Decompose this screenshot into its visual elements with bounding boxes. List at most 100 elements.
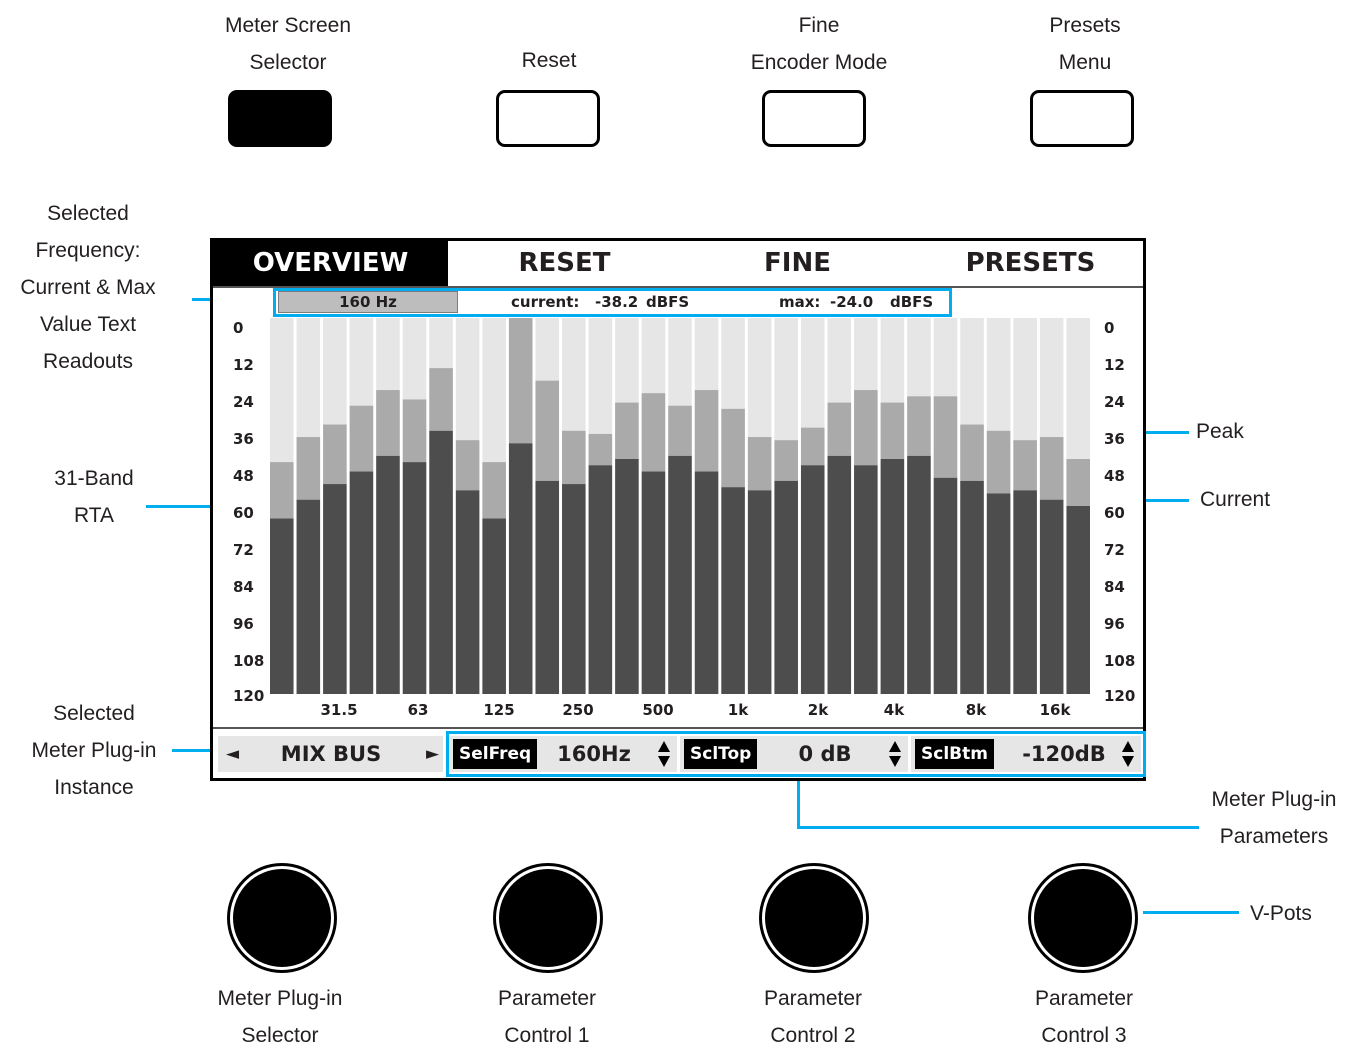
scale-tick: 48 — [1104, 467, 1125, 485]
vpot-parameter-control-2[interactable] — [762, 866, 866, 970]
reset-label: Reset — [521, 49, 577, 72]
rta-band-current — [508, 443, 533, 694]
rta-band-current — [562, 484, 586, 694]
scale-tick: 48 — [233, 467, 254, 485]
rta-band-peak — [774, 440, 798, 481]
plugin-next-arrow[interactable]: ► — [426, 736, 439, 772]
presets-menu-button[interactable] — [1030, 90, 1134, 147]
rta-band-peak — [615, 402, 639, 459]
scale-tick: 84 — [1104, 578, 1125, 596]
readout-highlight — [273, 288, 952, 317]
rta-band-current — [933, 477, 958, 694]
rta-band-peak — [1066, 459, 1090, 506]
scale-tick: 108 — [233, 652, 265, 670]
rta-band-current — [827, 455, 852, 694]
rta-band-current — [986, 493, 1011, 694]
meter-screen: OVERVIEW RESET FINE PRESETS 160 Hz curre… — [210, 238, 1146, 781]
rta-band-current — [429, 430, 453, 694]
vpot-parameter-control-1[interactable] — [496, 866, 600, 970]
rta-band-current — [854, 465, 878, 694]
scale-tick: 60 — [1104, 504, 1125, 522]
rta-band-peak — [668, 405, 692, 456]
x-tick: 16k — [1039, 701, 1071, 719]
plugin-instance-name: MIX BUS — [280, 742, 382, 766]
rta-band-peak — [800, 427, 825, 466]
knob-label-parameter-control-3: Parameter Control 3 — [1034, 987, 1134, 1047]
scale-tick: 0 — [1104, 319, 1115, 337]
x-tick: 63 — [407, 701, 429, 719]
rta-band-current — [270, 518, 294, 694]
callout-vpots: V-Pots — [1250, 902, 1312, 925]
rta-band-current — [721, 487, 745, 694]
scale-tick: 24 — [1104, 393, 1125, 411]
plugin-prev-arrow[interactable]: ◄ — [226, 736, 239, 772]
callout-rta: 31-Band RTA — [54, 467, 134, 527]
rta-band-peak — [880, 402, 905, 459]
vpot-parameter-control-3[interactable] — [1031, 866, 1135, 970]
fine-encoder-mode-button[interactable] — [762, 90, 866, 147]
params-highlight — [446, 731, 1146, 777]
rta-band-current — [1013, 490, 1037, 694]
rta-band-current — [535, 480, 560, 694]
callout-line-params-v — [797, 780, 800, 828]
callout-line-vpots — [1143, 911, 1239, 914]
rta-band-peak — [694, 390, 719, 472]
scale-tick: 96 — [233, 615, 254, 633]
rta-band-current — [668, 455, 692, 694]
callout-plugin-parameters: Meter Plug-in Parameters — [1211, 788, 1337, 848]
rta-band-peak — [933, 396, 958, 478]
x-tick: 8k — [965, 701, 987, 719]
rta-band-peak — [482, 462, 506, 519]
rta-band-current — [774, 480, 798, 694]
tab-presets[interactable]: PRESETS — [914, 241, 1147, 286]
rta-band-current — [296, 499, 321, 694]
rta-band-peak — [429, 368, 453, 431]
rta-band-current — [1066, 506, 1090, 694]
x-tick: 500 — [642, 701, 674, 719]
rta-band-current — [615, 459, 639, 694]
rta-band-current — [880, 459, 905, 694]
callout-current: Current — [1200, 488, 1271, 511]
scale-tick: 24 — [233, 393, 254, 411]
callout-line-rta — [146, 505, 211, 508]
rta-band-peak — [588, 433, 613, 466]
rta-band-peak — [986, 430, 1011, 494]
tab-reset[interactable]: RESET — [448, 241, 681, 286]
scale-tick: 36 — [233, 430, 254, 448]
callout-selected-frequency: Selected Frequency: Current & Max Value … — [20, 202, 156, 373]
rta-band-current — [349, 471, 374, 694]
rta-band-peak — [747, 437, 772, 491]
rta-band-peak — [270, 462, 294, 519]
rta-band-current — [588, 465, 613, 694]
rta-band-current — [1039, 499, 1064, 694]
plugin-instance-selector[interactable]: ◄ MIX BUS ► — [218, 736, 443, 772]
meter-screen-selector-button[interactable] — [228, 90, 332, 147]
x-tick: 250 — [562, 701, 594, 719]
x-tick: 31.5 — [320, 701, 358, 719]
rta-band-current — [907, 455, 931, 694]
rta-band-peak — [1039, 437, 1064, 500]
rta-band-peak — [562, 430, 586, 485]
scale-tick: 12 — [1104, 356, 1125, 374]
vpot-meter-plugin-selector[interactable] — [230, 866, 334, 970]
tab-fine[interactable]: FINE — [681, 241, 914, 286]
rta-band-peak — [827, 402, 852, 456]
bottom-bar: ◄ MIX BUS ► SelFreq 160Hz SclTop 0 dB Sc… — [213, 727, 1146, 780]
rta-band-peak — [535, 380, 560, 481]
rta-band-current — [960, 480, 984, 694]
x-tick: 1k — [727, 701, 749, 719]
rta-band-current — [800, 465, 825, 694]
rta-band-peak — [641, 393, 666, 472]
rta-band-peak — [907, 396, 931, 456]
rta-band-current — [455, 490, 480, 694]
scale-tick: 120 — [233, 687, 265, 705]
knob-label-meter-plugin-selector: Meter Plug-in Selector — [217, 987, 343, 1047]
scale-tick: 12 — [233, 356, 254, 374]
fine-encoder-mode-label: Fine Encoder Mode — [750, 14, 888, 74]
callout-peak: Peak — [1196, 420, 1244, 443]
scale-tick: 84 — [233, 578, 254, 596]
tab-overview[interactable]: OVERVIEW — [213, 241, 448, 286]
scale-tick: 0 — [233, 319, 244, 337]
callout-line-params-h — [797, 826, 1199, 829]
reset-button[interactable] — [496, 90, 600, 147]
